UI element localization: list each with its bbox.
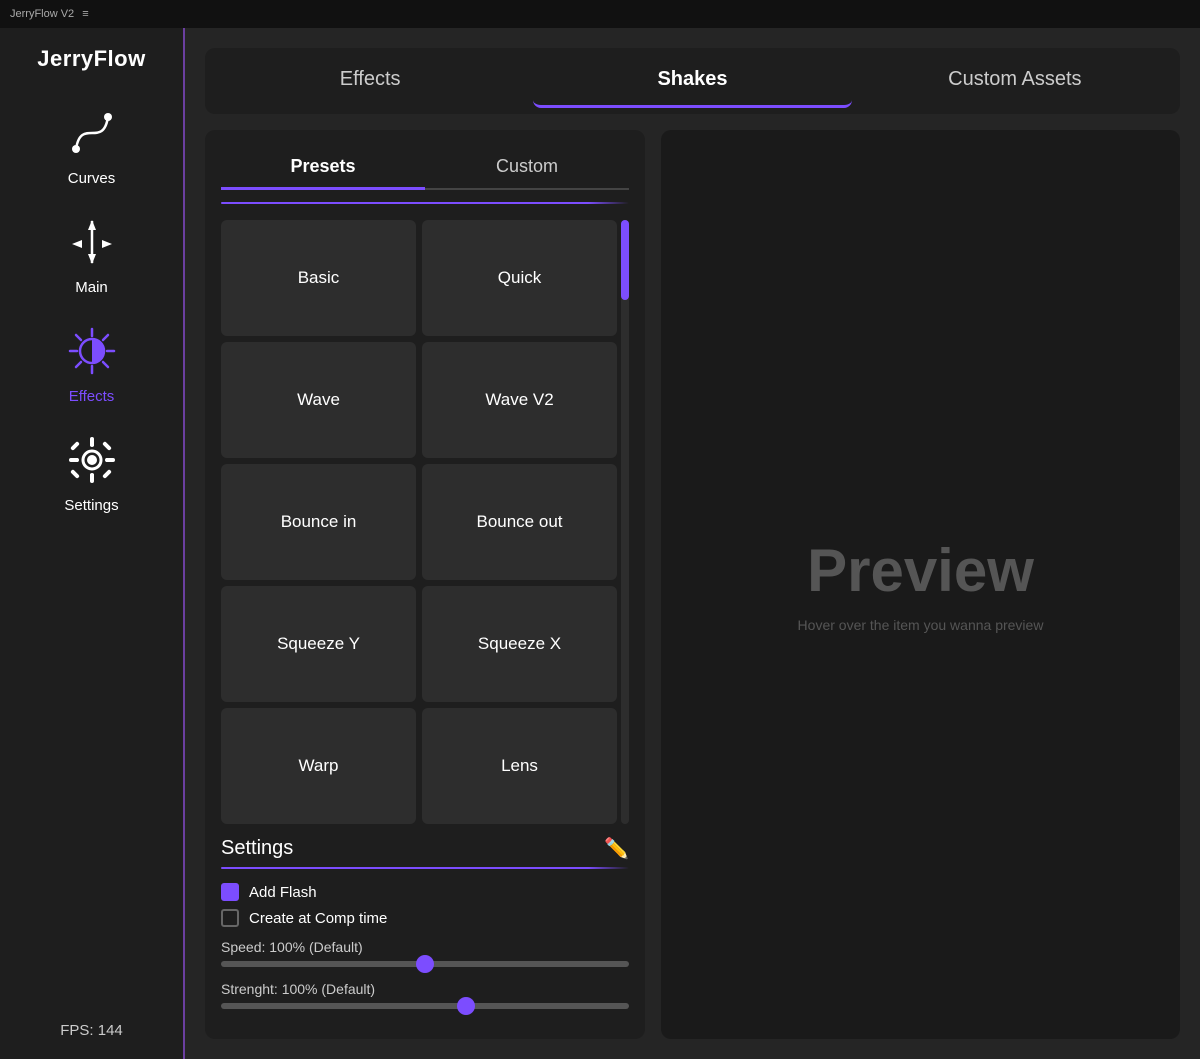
speed-slider-thumb[interactable]: [416, 955, 434, 973]
tab-shakes[interactable]: Shakes: [533, 54, 851, 108]
preset-bounce-out[interactable]: Bounce out: [422, 464, 617, 580]
presets-wrapper: Basic Quick Wave Wave V2 Bounce in Bounc…: [221, 220, 629, 824]
preview-panel: Preview Hover over the item you wanna pr…: [661, 130, 1180, 1039]
presets-scrollbar-track[interactable]: [621, 220, 629, 824]
settings-title: Settings: [221, 837, 293, 860]
settings-icon: [66, 434, 118, 491]
speed-slider-track[interactable]: [221, 961, 629, 967]
tab-separator: [221, 202, 629, 204]
create-at-comp-time-checkbox[interactable]: [221, 909, 239, 927]
sidebar-item-effects[interactable]: Effects: [0, 313, 183, 417]
sidebar-item-settings[interactable]: Settings: [0, 422, 183, 526]
settings-divider: [221, 867, 629, 869]
preset-squeeze-y[interactable]: Squeeze Y: [221, 586, 416, 702]
preset-lens[interactable]: Lens: [422, 708, 617, 824]
strength-slider-thumb[interactable]: [457, 997, 475, 1015]
preset-quick[interactable]: Quick: [422, 220, 617, 336]
fps-display: FPS: 144: [60, 1006, 123, 1049]
create-at-comp-time-row: Create at Comp time: [221, 905, 629, 931]
main-layout: JerryFlow Curves: [0, 28, 1200, 1059]
panel: Presets Custom Basic Quick Wave Wave V2 …: [205, 130, 1180, 1039]
create-at-comp-time-label: Create at Comp time: [249, 910, 387, 927]
left-panel: Presets Custom Basic Quick Wave Wave V2 …: [205, 130, 645, 1039]
settings-header: Settings ✏️: [221, 836, 629, 861]
tab-custom-assets[interactable]: Custom Assets: [856, 54, 1174, 108]
speed-slider-row: Speed: 100% (Default): [221, 939, 629, 967]
sidebar-item-settings-label: Settings: [64, 497, 118, 514]
preset-squeeze-x[interactable]: Squeeze X: [422, 586, 617, 702]
content-area: Effects Shakes Custom Assets Presets Cus…: [185, 28, 1200, 1059]
sidebar-logo: JerryFlow: [37, 38, 145, 90]
settings-edit-icon[interactable]: ✏️: [604, 836, 629, 861]
sidebar: JerryFlow Curves: [0, 28, 185, 1059]
sidebar-item-curves-label: Curves: [68, 170, 116, 187]
preview-title: Preview: [807, 536, 1034, 605]
top-tabs: Effects Shakes Custom Assets: [205, 48, 1180, 114]
sub-tab-presets[interactable]: Presets: [221, 146, 425, 190]
main-icon: [66, 216, 118, 273]
tab-effects[interactable]: Effects: [211, 54, 529, 108]
preset-warp[interactable]: Warp: [221, 708, 416, 824]
settings-section: Settings ✏️ Add Flash Create at Comp tim…: [221, 836, 629, 1023]
menu-icon[interactable]: ≡: [82, 8, 88, 20]
preview-hint: Hover over the item you wanna preview: [798, 617, 1044, 633]
preset-wave[interactable]: Wave: [221, 342, 416, 458]
app-name: JerryFlow V2: [10, 8, 74, 20]
sidebar-item-main[interactable]: Main: [0, 204, 183, 308]
speed-label: Speed: 100% (Default): [221, 939, 629, 955]
presets-grid: Basic Quick Wave Wave V2 Bounce in Bounc…: [221, 220, 617, 824]
preset-basic[interactable]: Basic: [221, 220, 416, 336]
strength-slider-row: Strenght: 100% (Default): [221, 981, 629, 1009]
sub-tab-custom[interactable]: Custom: [425, 146, 629, 190]
title-bar: JerryFlow V2 ≡: [0, 0, 1200, 28]
sidebar-item-effects-label: Effects: [69, 388, 115, 405]
effects-icon: [66, 325, 118, 382]
strength-slider-track[interactable]: [221, 1003, 629, 1009]
preset-wave-v2[interactable]: Wave V2: [422, 342, 617, 458]
curves-icon: [66, 107, 118, 164]
sub-tabs: Presets Custom: [221, 146, 629, 190]
sidebar-item-curves[interactable]: Curves: [0, 95, 183, 199]
presets-scrollbar-thumb[interactable]: [621, 220, 629, 300]
add-flash-checkbox[interactable]: [221, 883, 239, 901]
sidebar-item-main-label: Main: [75, 279, 108, 296]
strength-label: Strenght: 100% (Default): [221, 981, 629, 997]
add-flash-label: Add Flash: [249, 884, 317, 901]
add-flash-row: Add Flash: [221, 879, 629, 905]
preset-bounce-in[interactable]: Bounce in: [221, 464, 416, 580]
